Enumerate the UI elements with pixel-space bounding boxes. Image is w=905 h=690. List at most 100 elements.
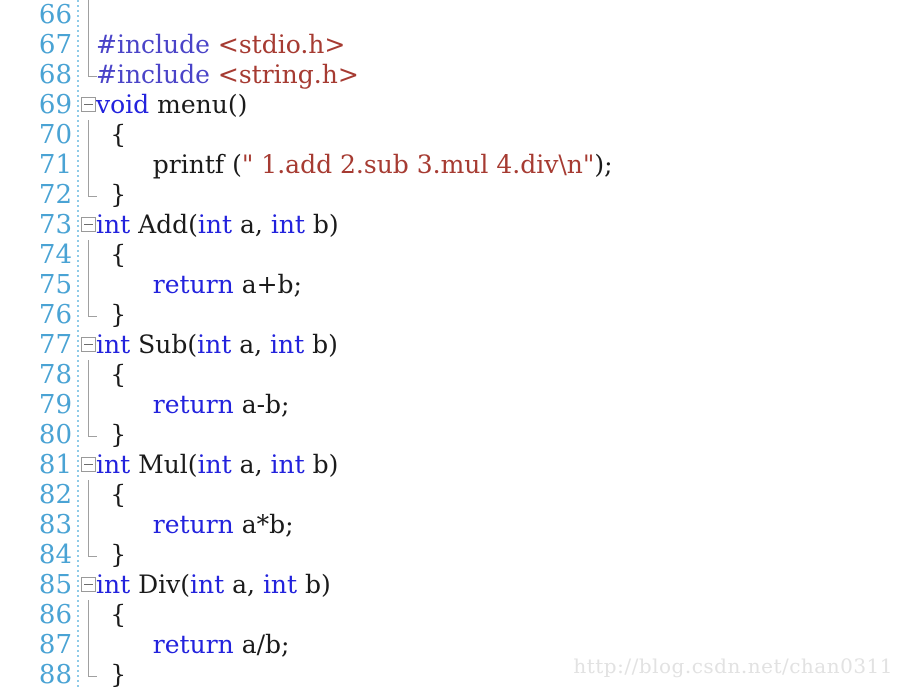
code-token-pln: b) (304, 210, 339, 239)
code-token-pln: printf ( (152, 150, 242, 179)
code-token-pln: a-b; (233, 390, 290, 419)
code-line[interactable]: 76} (0, 300, 905, 330)
code-token-pln: a+b; (233, 270, 302, 299)
code-line[interactable]: 82 { (0, 480, 905, 510)
code-token-str: <stdio.h> (217, 30, 346, 59)
code-token-kw: return (152, 270, 234, 299)
code-token-pln: } (110, 180, 127, 209)
code-token-pln: } (110, 420, 127, 449)
code-token-kw: void (96, 90, 150, 119)
code-token-pln: a*b; (233, 510, 294, 539)
line-number: 71 (38, 150, 72, 180)
code-line-list: 66 67 #include <stdio.h> 68 #include <string… (0, 0, 905, 690)
code-token-pln: } (110, 540, 127, 569)
outline-guide-line (88, 270, 89, 300)
code-token-inc: #include (96, 30, 218, 59)
code-line[interactable]: 86 { (0, 600, 905, 630)
code-token-pln: { (110, 240, 127, 269)
code-token-kw: return (152, 390, 234, 419)
line-number: 88 (38, 660, 72, 690)
code-text: } (96, 660, 126, 690)
outline-guide-end (88, 420, 97, 437)
code-token-kw: int (197, 330, 232, 359)
line-number: 68 (38, 60, 72, 90)
code-token-pln: a/b; (233, 630, 290, 659)
line-number: 74 (38, 240, 72, 270)
code-token-pln: { (110, 360, 127, 389)
code-text: int Div(int a, int b) (96, 570, 331, 600)
outline-guide-line (88, 600, 89, 630)
line-number: 72 (38, 180, 72, 210)
code-text: int Add(int a, int b) (96, 210, 339, 240)
code-token-pln: b) (304, 330, 338, 359)
code-text: return a-b; (96, 390, 290, 420)
outline-guide-end (88, 60, 97, 77)
code-line[interactable]: 70 { (0, 120, 905, 150)
code-text: int Mul(int a, int b) (96, 450, 338, 480)
code-token-kw: int (270, 210, 305, 239)
collapse-minus-icon[interactable] (81, 457, 96, 472)
watermark-text: http://blog.csdn.net/chan0311 (573, 654, 893, 678)
code-text: { (96, 600, 126, 630)
code-token-pln: } (110, 660, 127, 689)
code-token-kw: int (197, 450, 232, 479)
code-line[interactable]: 68 #include <string.h> (0, 60, 905, 90)
code-text: { (96, 360, 126, 390)
code-token-pln: { (110, 120, 127, 149)
code-token-kw: int (190, 570, 225, 599)
code-text: #include <stdio.h> (96, 30, 345, 60)
outline-guide-end (88, 180, 97, 197)
code-token-kw: int (96, 570, 131, 599)
code-line[interactable]: 78 { (0, 360, 905, 390)
code-line[interactable]: 69 void menu() (0, 90, 905, 120)
code-line[interactable]: 74 { (0, 240, 905, 270)
code-line[interactable]: 85 int Div(int a, int b) (0, 570, 905, 600)
outline-guide-line (88, 510, 89, 540)
code-token-pln: menu() (149, 90, 248, 119)
line-number: 73 (38, 210, 72, 240)
code-line[interactable]: 73 int Add(int a, int b) (0, 210, 905, 240)
code-text: { (96, 120, 126, 150)
code-line[interactable]: 83 return a*b; (0, 510, 905, 540)
code-line[interactable]: 84} (0, 540, 905, 570)
line-number: 83 (38, 510, 72, 540)
code-token-kw: return (152, 510, 234, 539)
code-line[interactable]: 72} (0, 180, 905, 210)
code-text: return a*b; (96, 510, 294, 540)
line-number: 67 (38, 30, 72, 60)
outline-guide-line (88, 30, 89, 60)
collapse-minus-icon[interactable] (81, 217, 96, 232)
code-line[interactable]: 66 (0, 0, 905, 30)
code-line[interactable]: 71 printf (" 1.add 2.sub 3.mul 4.div\n"); (0, 150, 905, 180)
collapse-minus-icon[interactable] (81, 577, 96, 592)
collapse-minus-icon[interactable] (81, 97, 96, 112)
code-token-pln: Add( (130, 210, 198, 239)
outline-guide-line (88, 480, 89, 510)
code-line[interactable]: 80} (0, 420, 905, 450)
code-token-pln: a, (224, 570, 263, 599)
code-editor[interactable]: 66 67 #include <stdio.h> 68 #include <string… (0, 0, 905, 690)
code-line[interactable]: 81 int Mul(int a, int b) (0, 450, 905, 480)
collapse-minus-icon[interactable] (81, 337, 96, 352)
outline-guide-line (88, 150, 89, 180)
outline-guide-line (88, 0, 89, 30)
outline-guide-end (88, 540, 97, 557)
line-number: 87 (38, 630, 72, 660)
line-number: 75 (38, 270, 72, 300)
code-token-str: <string.h> (217, 60, 359, 89)
gutter-separator (77, 0, 79, 690)
code-text: int Sub(int a, int b) (96, 330, 338, 360)
code-token-str: " 1.add 2.sub 3.mul 4.div\n" (241, 150, 595, 179)
line-number: 81 (38, 450, 72, 480)
line-number: 70 (38, 120, 72, 150)
code-line[interactable]: 75 return a+b; (0, 270, 905, 300)
code-line[interactable]: 77 int Sub(int a, int b) (0, 330, 905, 360)
code-text: return a+b; (96, 270, 302, 300)
code-line[interactable]: 79 return a-b; (0, 390, 905, 420)
line-number: 86 (38, 600, 72, 630)
code-token-pln: b) (304, 450, 339, 479)
outline-guide-line (88, 390, 89, 420)
code-token-kw: int (96, 330, 131, 359)
code-line[interactable]: 67 #include <stdio.h> (0, 30, 905, 60)
code-text: } (96, 540, 126, 570)
